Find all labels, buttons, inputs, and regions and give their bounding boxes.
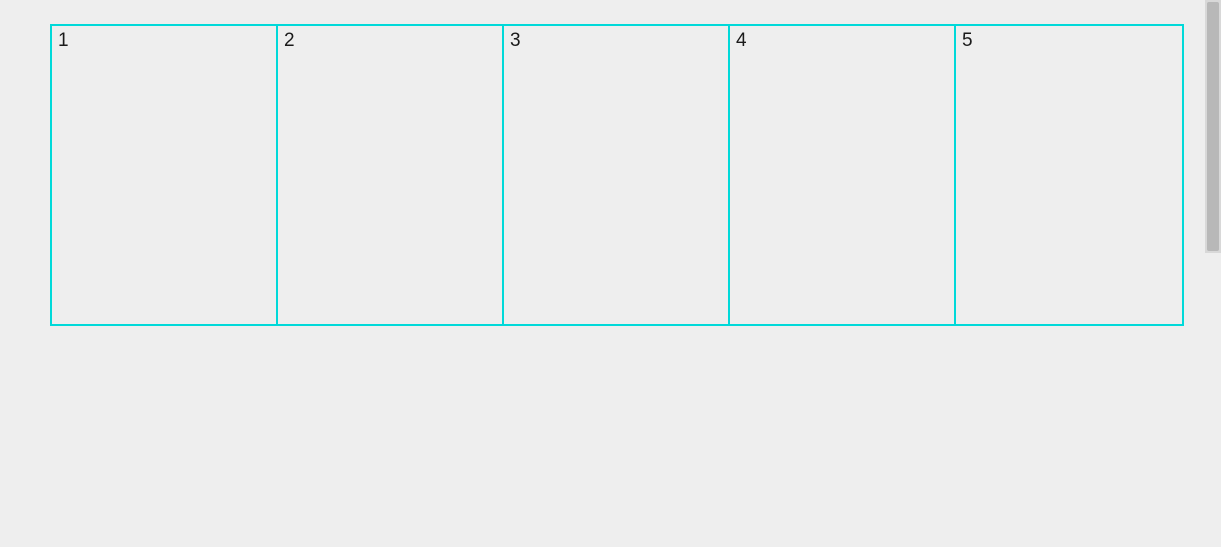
cell-label: 1: [58, 30, 69, 51]
cell-label: 5: [962, 30, 973, 51]
grid-cell: 1: [52, 26, 278, 324]
cell-label: 4: [736, 30, 747, 51]
cell-label: 2: [284, 30, 295, 51]
grid-container: 1 2 3 4 5: [50, 24, 1184, 326]
scrollbar-track[interactable]: [1205, 0, 1221, 253]
scrollbar-thumb[interactable]: [1207, 2, 1219, 251]
grid-cell: 3: [504, 26, 730, 324]
grid-cell: 5: [956, 26, 1182, 324]
grid-cell: 4: [730, 26, 956, 324]
grid-cell: 2: [278, 26, 504, 324]
cell-label: 3: [510, 30, 521, 51]
